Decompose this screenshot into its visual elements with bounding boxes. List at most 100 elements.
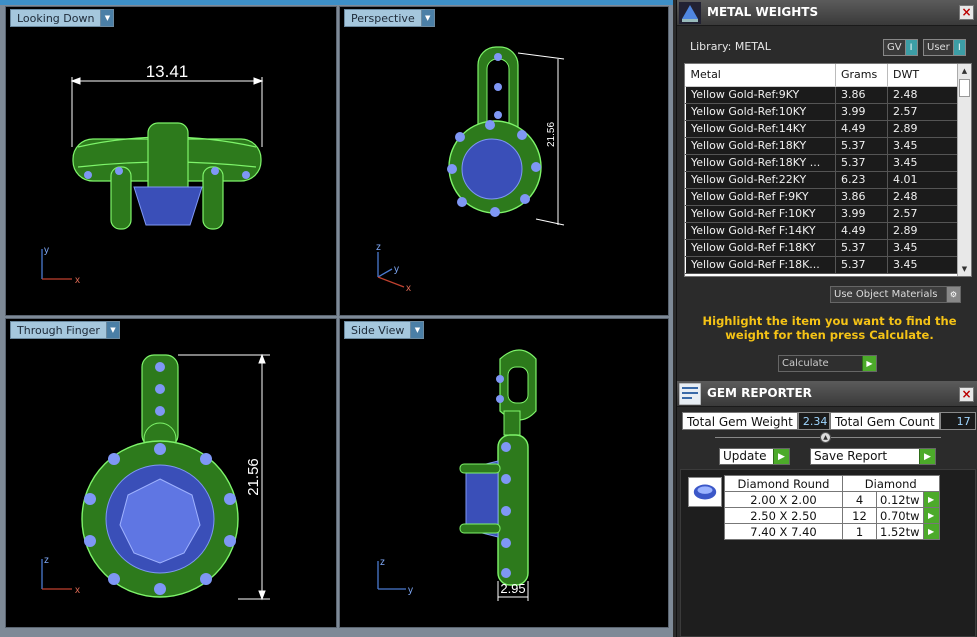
update-label: Update (720, 449, 773, 464)
table-row[interactable]: Yellow Gold-Ref:10KY 3.99 2.57 (685, 103, 958, 121)
dwt-cell: 2.48 (887, 86, 958, 104)
axis-label: z (376, 242, 381, 253)
axis-label: z (44, 555, 49, 566)
viewport-label-text: Through Finger (17, 323, 100, 337)
scroll-up-icon[interactable]: ▲ (958, 64, 971, 78)
table-row[interactable]: Yellow Gold-Ref F:18KY 5.37 3.45 (685, 239, 958, 257)
grams-cell: 6.23 (835, 171, 888, 189)
axis-label: x (406, 283, 411, 294)
update-button[interactable]: Update ▶ (719, 448, 790, 465)
viewport-through-finger[interactable]: 21.56 z x Through Finger ▼ (5, 318, 337, 628)
gem-row[interactable]: 2.50 X 2.50 12 0.70tw ▶ (724, 507, 940, 524)
scroll-down-icon[interactable]: ▼ (958, 262, 971, 276)
chevron-down-icon[interactable]: ▼ (420, 10, 434, 26)
dimension-label: 21.56 (546, 122, 557, 147)
gem-report-area: Diamond Round Diamond 2.00 X 2.00 4 0.12tw… (680, 469, 976, 637)
play-arrow-icon: ▶ (919, 449, 935, 464)
total-gem-weight-value: 2.34 (797, 412, 830, 430)
grams-cell: 3.99 (835, 205, 888, 223)
grams-cell: 3.86 (835, 188, 888, 206)
chevron-down-icon[interactable]: ▼ (100, 10, 114, 26)
metal-name-cell: Yellow Gold-Ref:14KY (685, 120, 836, 138)
save-report-button[interactable]: Save Report ▶ (810, 448, 936, 465)
use-object-materials-dropdown[interactable]: Use Object Materials ⚙ (830, 286, 961, 303)
dwt-cell: 3.45 (887, 256, 958, 274)
gem-size-cell: 2.50 X 2.50 (724, 507, 843, 524)
metal-name-cell: Yellow Gold-Ref F:10KY (685, 205, 836, 223)
viewport-grid: 13.41 y x Looking Down ▼ 21.56 z y x Per… (0, 0, 673, 637)
viewport-label-text: Side View (351, 323, 405, 337)
column-header-metal[interactable]: Metal (685, 64, 836, 87)
table-scrollbar[interactable]: ▲ ▼ (957, 64, 971, 276)
dwt-cell: 3.45 (887, 154, 958, 172)
looking-down-render: 13.41 y x (41, 62, 264, 286)
close-icon[interactable]: × (959, 5, 974, 20)
diamond-round-icon[interactable] (688, 477, 722, 507)
user-toggle[interactable]: User I (923, 39, 966, 56)
toggle-indicator-icon: I (952, 40, 965, 55)
viewport-perspective[interactable]: 21.56 z y x Perspective ▼ (339, 6, 669, 316)
side-view-render: 2.95 z y (377, 349, 537, 601)
table-row[interactable]: Yellow Gold-Ref F:14KY 4.49 2.89 (685, 222, 958, 240)
column-header-dwt[interactable]: DWT (887, 64, 958, 87)
metal-table[interactable]: Metal Grams DWT Yellow Gold-Ref:9KY 3.86 2… (684, 63, 972, 277)
user-label: User (927, 42, 950, 53)
gem-weight-cell: 0.12tw (876, 491, 924, 508)
save-report-label: Save Report (811, 449, 919, 464)
gem-row[interactable]: 2.00 X 2.00 4 0.12tw ▶ (724, 491, 940, 508)
table-row[interactable]: Yellow Gold-Ref:9KY 3.86 2.48 (685, 86, 958, 104)
table-row[interactable]: Yellow Gold-Ref:18KY ... 5.37 3.45 (685, 154, 958, 172)
table-row[interactable]: Yellow Gold-Ref F:9KY 3.86 2.48 (685, 188, 958, 206)
table-row[interactable]: Yellow Gold-Ref:18KY 5.37 3.45 (685, 137, 958, 155)
metal-table-body: Yellow Gold-Ref:9KY 3.86 2.48 Yellow Gold-R… (685, 86, 958, 274)
table-row[interactable]: Yellow Gold-Ref:14KY 4.49 2.89 (685, 120, 958, 138)
toggle-indicator-icon: I (904, 40, 917, 55)
metal-name-cell: Yellow Gold-Ref:9KY (685, 86, 836, 104)
table-row[interactable]: Yellow Gold-Ref F:10KY 3.99 2.57 (685, 205, 958, 223)
chevron-down-icon[interactable]: ▼ (105, 322, 119, 338)
table-row[interactable]: Yellow Gold-Ref:22KY 6.23 4.01 (685, 171, 958, 189)
grams-cell: 4.49 (835, 120, 888, 138)
viewport-label[interactable]: Perspective ▼ (344, 9, 435, 27)
total-gem-weight-label: Total Gem Weight (682, 412, 798, 430)
viewport-looking-down[interactable]: 13.41 y x Looking Down ▼ (5, 6, 337, 316)
metal-name-cell: Yellow Gold-Ref F:9KY (685, 188, 836, 206)
play-arrow-icon: ▶ (862, 356, 876, 371)
calculate-button[interactable]: Calculate ▶ (778, 355, 877, 372)
close-icon[interactable]: × (959, 387, 974, 402)
panel-title: METAL WEIGHTS (707, 5, 819, 19)
chevron-down-icon[interactable]: ▼ (410, 322, 424, 338)
dwt-cell: 2.89 (887, 120, 958, 138)
grams-cell: 5.37 (835, 137, 888, 155)
through-finger-render: 21.56 z x (41, 353, 270, 601)
collapse-handle-icon[interactable]: ▲ (820, 432, 831, 443)
scroll-thumb[interactable] (959, 79, 970, 97)
axis-label: y (408, 585, 413, 596)
dwt-cell: 4.01 (887, 171, 958, 189)
play-arrow-icon[interactable]: ▶ (922, 507, 940, 524)
axis-label: y (44, 245, 49, 256)
viewport-label[interactable]: Looking Down ▼ (10, 9, 115, 27)
metal-weights-icon (679, 2, 701, 24)
app-window: 13.41 y x Looking Down ▼ 21.56 z y x Per… (0, 0, 977, 637)
metal-weights-header: METAL WEIGHTS × (677, 0, 977, 26)
play-arrow-icon[interactable]: ▶ (922, 491, 940, 508)
axis-label: x (75, 585, 80, 596)
grams-cell: 5.37 (835, 256, 888, 274)
axis-label: y (394, 264, 399, 275)
gem-row[interactable]: 7.40 X 7.40 1 1.52tw ▶ (724, 523, 940, 540)
play-arrow-icon[interactable]: ▶ (922, 523, 940, 540)
dwt-cell: 2.57 (887, 103, 958, 121)
gv-toggle[interactable]: GV I (883, 39, 918, 56)
viewport-label[interactable]: Side View ▼ (344, 321, 425, 339)
total-gem-count-row: Total Gem Count 17 (830, 411, 976, 431)
instruction-text: Highlight the item you want to find the … (702, 314, 957, 342)
table-row[interactable]: Yellow Gold-Ref F:18K... 5.37 3.45 (685, 256, 958, 274)
viewport-label-text: Perspective (351, 11, 415, 25)
gem-shape-header: Diamond Round (724, 475, 843, 492)
viewport-side-view[interactable]: 2.95 z y Side View ▼ (339, 318, 669, 628)
grams-cell: 3.99 (835, 103, 888, 121)
column-header-grams[interactable]: Grams (835, 64, 888, 87)
play-arrow-icon: ▶ (773, 449, 789, 464)
viewport-label[interactable]: Through Finger ▼ (10, 321, 120, 339)
